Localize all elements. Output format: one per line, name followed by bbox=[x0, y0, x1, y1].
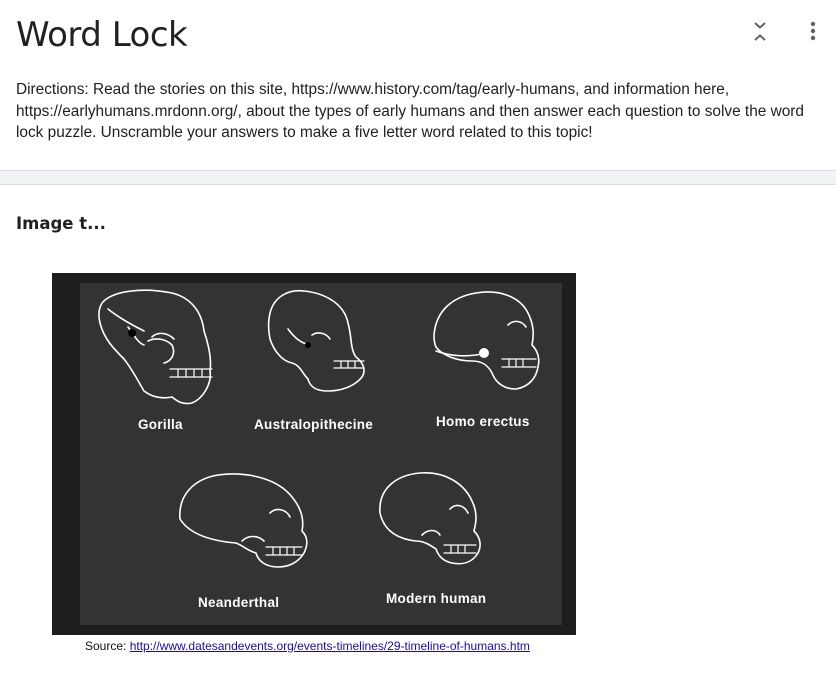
skull-label-modern-human: Modern human bbox=[386, 591, 486, 606]
section-separator bbox=[0, 171, 836, 185]
page-title: Word Lock bbox=[16, 15, 188, 55]
image-source-caption: Source: http://www.datesandevents.org/ev… bbox=[85, 639, 530, 653]
collapse-button[interactable] bbox=[746, 18, 774, 46]
skull-label-australopithecine: Australopithecine bbox=[254, 417, 373, 432]
collapse-arrows-icon bbox=[754, 22, 766, 41]
skulls-image: Gorilla Australopithecine Homo erectus N… bbox=[52, 273, 576, 635]
image-item-title: Image t... bbox=[16, 214, 106, 233]
source-link[interactable]: http://www.datesandevents.org/events-tim… bbox=[130, 639, 530, 653]
form-header: Word Lock Directions: Read the stories o… bbox=[0, 0, 836, 171]
skull-label-gorilla: Gorilla bbox=[138, 417, 183, 432]
more-options-button[interactable] bbox=[800, 18, 826, 46]
skull-label-neanderthal: Neanderthal bbox=[198, 595, 279, 610]
more-vert-icon bbox=[810, 21, 816, 41]
skull-label-homo-erectus: Homo erectus bbox=[436, 414, 530, 429]
source-prefix: Source: bbox=[85, 639, 130, 653]
form-description: Directions: Read the stories on this sit… bbox=[16, 81, 804, 141]
